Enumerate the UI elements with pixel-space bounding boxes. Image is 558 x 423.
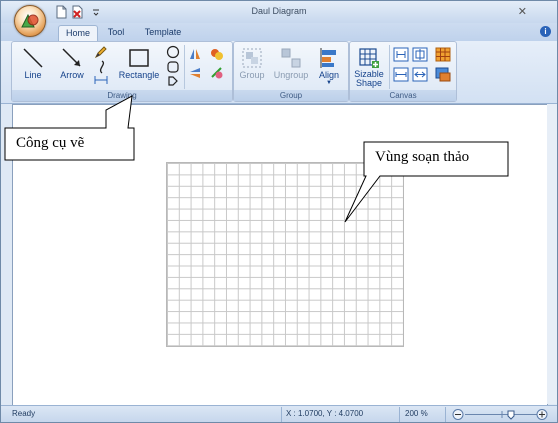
app-logo-icon [21,13,39,28]
editor-callout-text: Vùng soạn thảo [375,149,470,165]
annotation-overlay [4,95,509,223]
tools-callout-text: Công cụ vẽ [16,135,85,151]
application-menu-button[interactable] [14,5,46,37]
